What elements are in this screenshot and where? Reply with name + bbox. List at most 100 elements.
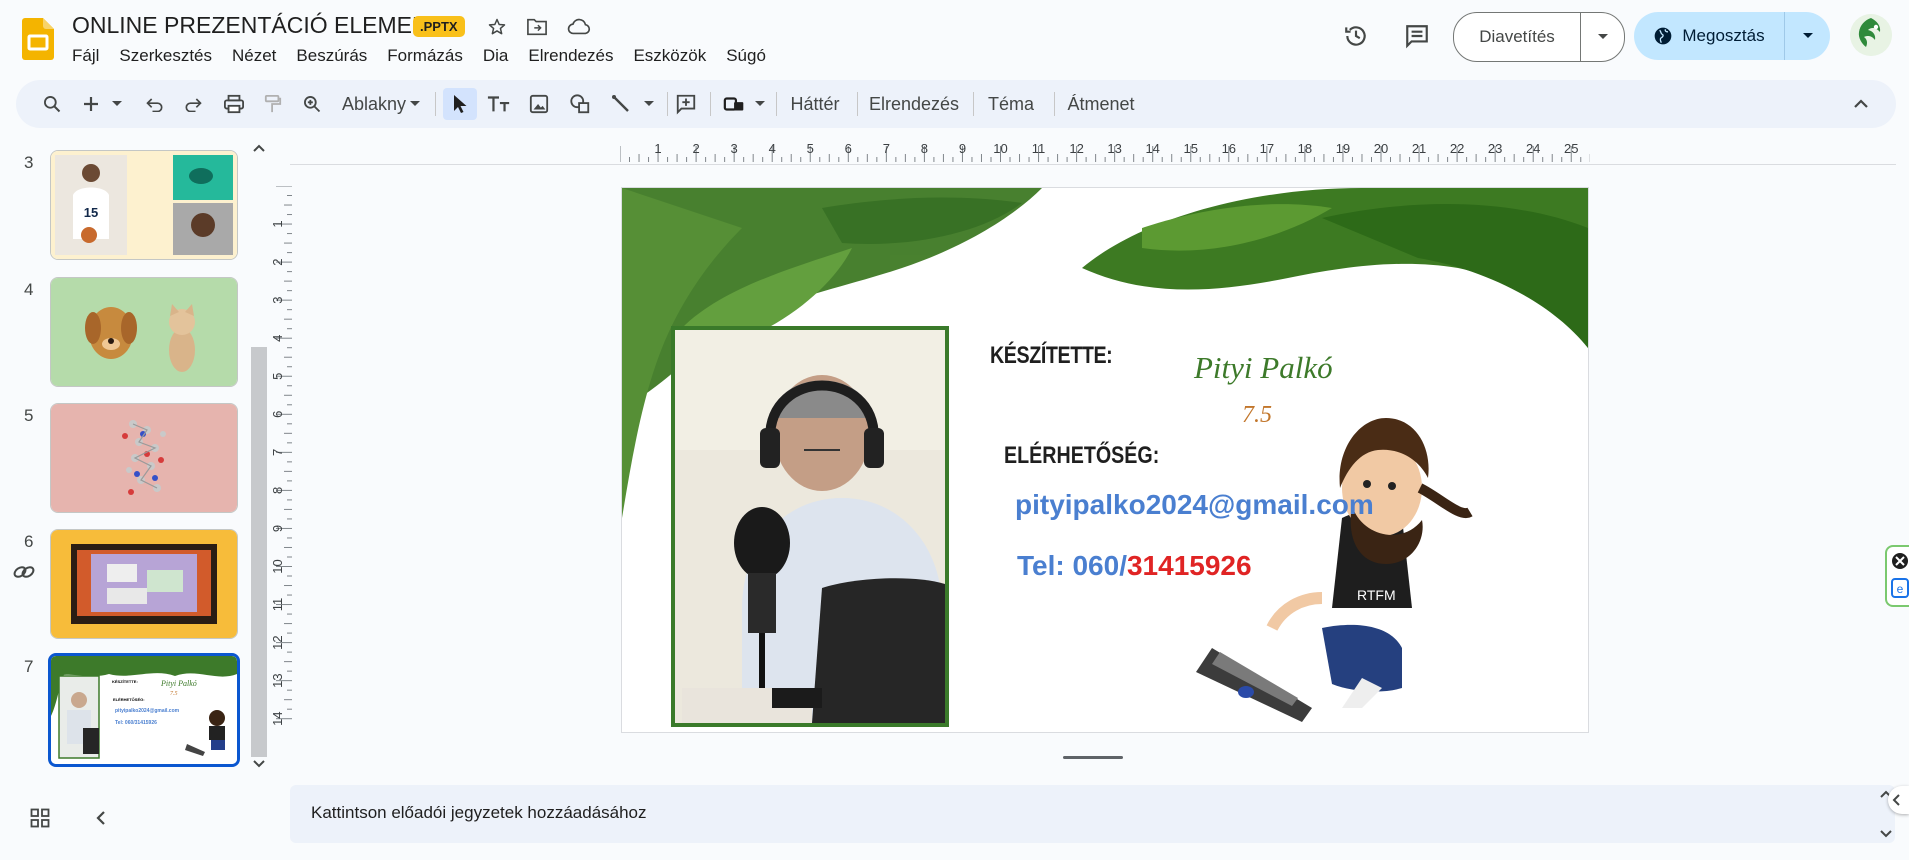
speaker-notes[interactable]: Kattintson előadói jegyzetek hozzáadásáh… [290, 785, 1895, 843]
text-box-icon[interactable] [484, 88, 514, 120]
ruler-label: 4 [270, 335, 285, 342]
theme-button[interactable]: Téma [980, 88, 1042, 120]
transition-button[interactable]: Átmenet [1060, 88, 1142, 120]
menu-item-arrange[interactable]: Elrendezés [518, 45, 623, 67]
slide-thumbnail-3[interactable]: 15 [50, 150, 238, 260]
slide-number: 3 [24, 153, 34, 172]
comments-icon[interactable] [1397, 16, 1437, 56]
zoom-select[interactable]: Ablakny [334, 88, 424, 120]
redo-icon[interactable] [178, 88, 208, 120]
slide-number: 7 [24, 657, 34, 676]
slide-panel-scrollbar[interactable] [249, 141, 269, 771]
ruler-label: 2 [270, 258, 285, 265]
layout-label: Elrendezés [868, 93, 960, 114]
chevron-down-icon [755, 101, 765, 106]
new-slide-icon[interactable] [78, 88, 104, 120]
ruler-horizontal: 1 2 3 4 5 6 7 8 9 10 11 12 13 14 15 16 17 18 19 20 21 22 23 24 2… [620, 141, 1590, 162]
print-icon[interactable] [218, 88, 250, 120]
search-menus-icon[interactable] [36, 88, 68, 120]
globe-icon [1655, 27, 1672, 45]
slideshow-dropdown[interactable] [1581, 13, 1624, 61]
ruler-label: 2 [692, 141, 699, 156]
slide-thumbnail-7[interactable]: KÉSZÍTETTE: Pityi Palkó 7.5 ELÉRHETŐSÉG:… [48, 653, 240, 767]
ruler-label: 7 [270, 449, 285, 456]
ruler-label: 11 [270, 598, 285, 612]
ruler-label: 12 [270, 635, 285, 649]
line-tool-dropdown[interactable] [638, 88, 660, 120]
slide-thumbnail-6[interactable] [50, 529, 238, 639]
zoom-icon[interactable] [296, 88, 328, 120]
menu-item-tools[interactable]: Eszközök [623, 45, 716, 67]
phone-text[interactable]: Tel: 060/31415926 [1017, 550, 1252, 582]
notes-resize-handle[interactable] [1063, 756, 1123, 759]
author-name[interactable]: Pityi Palkó [1194, 350, 1333, 386]
share-button[interactable]: Megosztás [1634, 12, 1785, 60]
slideshow-button[interactable]: Diavetítés [1454, 13, 1581, 61]
cloud-saved-icon[interactable] [566, 14, 592, 40]
ruler-label: 1 [654, 141, 661, 156]
svg-text:7.5: 7.5 [170, 691, 178, 697]
account-avatar[interactable] [1850, 14, 1892, 56]
ruler-label: 18 [1298, 141, 1312, 156]
shape-icon[interactable] [565, 88, 595, 120]
menu-item-slide[interactable]: Dia [473, 45, 519, 67]
menu-item-file[interactable]: Fájl [62, 45, 109, 67]
paint-format-icon[interactable] [258, 88, 288, 120]
ruler-label: 5 [270, 373, 285, 380]
ruler-label: 25 [1564, 141, 1578, 156]
speaker-notes-placeholder: Kattintson előadói jegyzetek hozzáadásáh… [311, 803, 647, 822]
select-tool-icon[interactable] [443, 88, 477, 120]
collapse-panel-icon[interactable] [94, 809, 108, 827]
made-by-label[interactable]: KÉSZÍTETTE: [990, 342, 1113, 370]
ruler-divider [290, 164, 1896, 165]
share-dropdown[interactable] [1785, 12, 1830, 60]
layout-button[interactable]: Elrendezés [864, 88, 964, 120]
notes-scroll-down-icon[interactable] [1880, 830, 1892, 838]
menu-item-view[interactable]: Nézet [222, 45, 286, 67]
menu-item-format[interactable]: Formázás [377, 45, 473, 67]
chevron-down-icon [644, 101, 654, 106]
ruler-label: 19 [1336, 141, 1350, 156]
ruler-label: 10 [270, 559, 285, 573]
slides-logo-icon[interactable] [22, 18, 54, 60]
menu-item-edit[interactable]: Szerkesztés [109, 45, 222, 67]
ruler-label: 14 [1145, 141, 1159, 156]
ruler-label: 9 [270, 525, 285, 532]
new-slide-layout-dropdown[interactable] [106, 88, 128, 120]
ruler-label: 21 [1412, 141, 1426, 156]
zoom-select-label: Ablakny [341, 93, 407, 114]
copilot-placeholder-icon[interactable] [718, 88, 752, 120]
ruler-label: 22 [1450, 141, 1464, 156]
ruler-label: 12 [1069, 141, 1083, 156]
background-label: Háttér [790, 93, 840, 114]
version-history-icon[interactable] [1336, 16, 1376, 56]
move-folder-icon[interactable] [524, 14, 550, 40]
ruler-label: 10 [993, 141, 1007, 156]
star-icon[interactable] [484, 14, 510, 40]
class-label[interactable]: 7.5 [1242, 402, 1272, 429]
side-panel-toggle[interactable] [1888, 786, 1909, 814]
ruler-label: 13 [270, 673, 285, 687]
chevron-down-icon [112, 101, 122, 106]
slide-thumbnail-5[interactable] [50, 403, 238, 513]
ruler-label: 9 [959, 141, 966, 156]
collapse-toolbar-icon[interactable] [1846, 88, 1876, 120]
menu-item-insert[interactable]: Beszúrás [286, 45, 377, 67]
line-tool-icon[interactable] [606, 88, 636, 120]
insert-image-icon[interactable] [524, 88, 554, 120]
background-button[interactable]: Háttér [782, 88, 848, 120]
side-addon-panel[interactable]: e [1885, 545, 1909, 607]
ruler-label: 4 [769, 141, 776, 156]
slide-canvas[interactable]: RTFM KÉSZÍTETTE: Pityi Palkó 7.5 ELÉRHET… [621, 187, 1589, 733]
link-icon[interactable] [12, 562, 36, 582]
email-text[interactable]: pityipalko2024@gmail.com [1015, 489, 1374, 521]
placeholder-dropdown[interactable] [750, 88, 770, 120]
slide-thumbnail-4[interactable] [50, 277, 238, 387]
contact-label[interactable]: ELÉRHETŐSÉG: [1004, 442, 1159, 470]
document-title[interactable]: ONLINE PREZENTÁCIÓ ELEMEK1 [72, 12, 440, 39]
insert-comment-icon[interactable] [670, 88, 702, 120]
undo-icon[interactable] [140, 88, 170, 120]
grid-view-icon[interactable] [30, 808, 50, 828]
menu-item-help[interactable]: Súgó [716, 45, 776, 67]
phone-number: 31415926 [1126, 550, 1252, 581]
